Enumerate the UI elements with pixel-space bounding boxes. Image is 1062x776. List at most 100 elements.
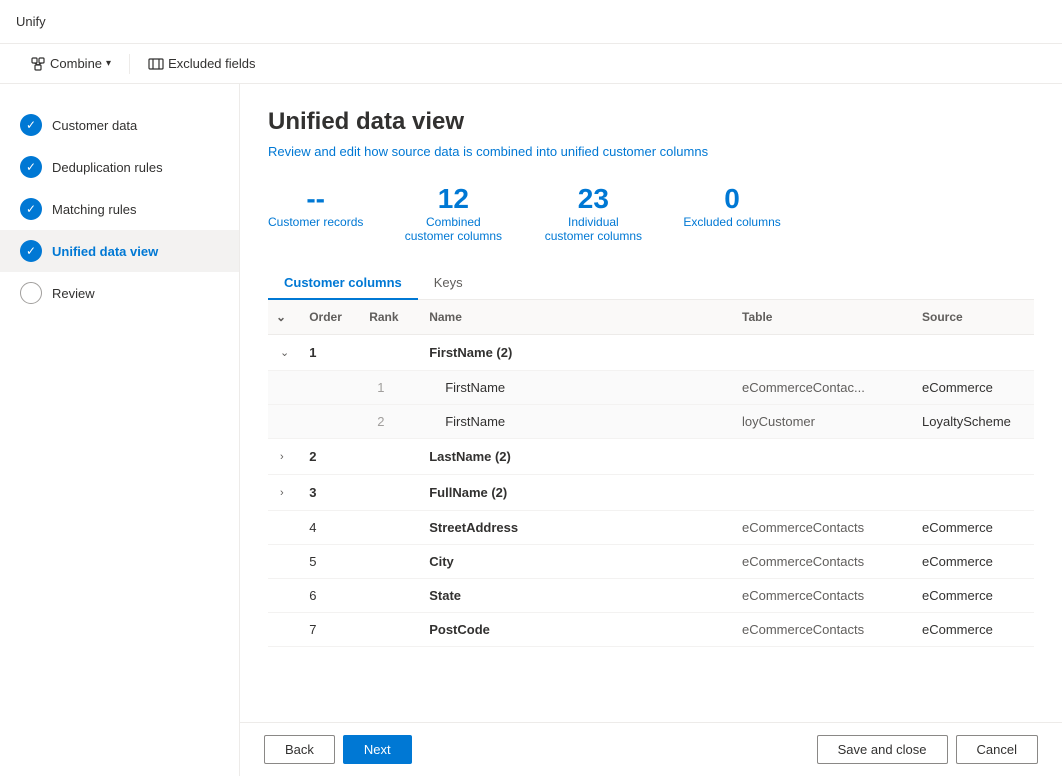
footer: Back Next Save and close Cancel	[240, 722, 1062, 776]
row-name-cell: StreetAddress	[421, 511, 734, 545]
combine-icon	[30, 56, 46, 72]
table-row: 1 FirstName eCommerceContac... eCommerce	[268, 371, 1034, 405]
save-close-button[interactable]: Save and close	[817, 735, 948, 764]
expand-firstname-button[interactable]: ⌄	[276, 344, 293, 361]
stat-label-individual-columns: Individual customer columns	[543, 215, 643, 243]
sidebar-item-review[interactable]: Review	[0, 272, 239, 314]
row-table-cell: eCommerceContac...	[734, 371, 914, 405]
table-row: › 3 FullName (2)	[268, 475, 1034, 511]
row-expand-cell[interactable]: ⌄	[268, 335, 301, 371]
stat-value-combined-columns: 12	[438, 183, 469, 215]
table-row: 7 PostCode eCommerceContacts eCommerce	[268, 613, 1034, 647]
row-name-cell: FirstName	[421, 371, 734, 405]
sidebar: ✓ Customer data ✓ Deduplication rules ✓ …	[0, 84, 240, 776]
cancel-button[interactable]: Cancel	[956, 735, 1038, 764]
tab-customer-columns[interactable]: Customer columns	[268, 267, 418, 300]
row-rank-cell	[361, 613, 421, 647]
sidebar-label-review: Review	[52, 286, 95, 301]
header-order: Order	[301, 300, 361, 335]
row-order-cell: 1	[301, 335, 361, 371]
row-rank-cell	[361, 511, 421, 545]
sidebar-status-customer-data: ✓	[20, 114, 42, 136]
row-rank-cell	[361, 579, 421, 613]
stat-label-customer-records: Customer records	[268, 215, 363, 229]
header-table: Table	[734, 300, 914, 335]
table-row: ⌄ 1 FirstName (2)	[268, 335, 1034, 371]
row-rank-cell	[361, 475, 421, 511]
sidebar-item-deduplication-rules[interactable]: ✓ Deduplication rules	[0, 146, 239, 188]
row-name-cell: PostCode	[421, 613, 734, 647]
customer-columns-table: ⌄ Order Rank Name Table Source ⌄	[268, 300, 1034, 647]
main-layout: ✓ Customer data ✓ Deduplication rules ✓ …	[0, 84, 1062, 776]
stat-excluded-columns: 0 Excluded columns	[683, 183, 780, 243]
row-expand-cell[interactable]: ›	[268, 475, 301, 511]
row-rank-cell: 2	[361, 405, 421, 439]
row-expand-cell	[268, 371, 301, 405]
row-source-cell: eCommerce	[914, 511, 1034, 545]
stat-label-excluded-columns: Excluded columns	[683, 215, 780, 229]
row-rank-cell	[361, 335, 421, 371]
row-name-cell: State	[421, 579, 734, 613]
row-rank-cell	[361, 439, 421, 475]
row-name-cell: LastName (2)	[421, 439, 734, 475]
row-expand-cell	[268, 405, 301, 439]
excluded-fields-button[interactable]: Excluded fields	[138, 52, 265, 76]
expand-lastname-button[interactable]: ›	[276, 449, 288, 465]
row-table-cell: eCommerceContacts	[734, 545, 914, 579]
header-source: Source	[914, 300, 1034, 335]
row-expand-cell	[268, 545, 301, 579]
sidebar-label-customer-data: Customer data	[52, 118, 137, 133]
expand-fullname-button[interactable]: ›	[276, 485, 288, 501]
sidebar-status-unified-data-view: ✓	[20, 240, 42, 262]
row-name-cell: FirstName (2)	[421, 335, 734, 371]
stat-value-excluded-columns: 0	[724, 183, 740, 215]
row-order-cell: 3	[301, 475, 361, 511]
header-name: Name	[421, 300, 734, 335]
row-table-cell: loyCustomer	[734, 405, 914, 439]
row-table-cell: eCommerceContacts	[734, 511, 914, 545]
table-row: 6 State eCommerceContacts eCommerce	[268, 579, 1034, 613]
sidebar-item-matching-rules[interactable]: ✓ Matching rules	[0, 188, 239, 230]
row-source-cell	[914, 475, 1034, 511]
row-expand-cell	[268, 579, 301, 613]
sidebar-label-unified-data-view: Unified data view	[52, 244, 158, 259]
row-expand-cell[interactable]: ›	[268, 439, 301, 475]
excluded-fields-icon	[148, 56, 164, 72]
stat-combined-columns: 12 Combined customer columns	[403, 183, 503, 243]
row-order-cell	[301, 405, 361, 439]
row-order-cell: 2	[301, 439, 361, 475]
row-name-cell: City	[421, 545, 734, 579]
row-name-cell: FirstName	[421, 405, 734, 439]
footer-right: Save and close Cancel	[817, 735, 1038, 764]
content-body: Unified data view Review and edit how so…	[240, 84, 1062, 722]
content-area: Unified data view Review and edit how so…	[240, 84, 1062, 776]
row-source-cell: LoyaltyScheme	[914, 405, 1034, 439]
tab-keys[interactable]: Keys	[418, 267, 479, 300]
top-bar: Unify	[0, 0, 1062, 44]
stats-row: -- Customer records 12 Combined customer…	[268, 183, 1034, 243]
row-table-cell: eCommerceContacts	[734, 613, 914, 647]
sidebar-item-unified-data-view[interactable]: ✓ Unified data view	[0, 230, 239, 272]
row-order-cell: 5	[301, 545, 361, 579]
sidebar-label-matching-rules: Matching rules	[52, 202, 137, 217]
stat-individual-columns: 23 Individual customer columns	[543, 183, 643, 243]
next-button[interactable]: Next	[343, 735, 412, 764]
expand-chevron-icon: ⌄	[276, 310, 286, 324]
row-rank-cell	[361, 545, 421, 579]
row-expand-cell	[268, 511, 301, 545]
back-button[interactable]: Back	[264, 735, 335, 764]
stat-value-individual-columns: 23	[578, 183, 609, 215]
app-title: Unify	[16, 14, 46, 29]
table-row: › 2 LastName (2)	[268, 439, 1034, 475]
combine-button[interactable]: Combine ▾	[20, 52, 121, 76]
combine-chevron: ▾	[106, 58, 111, 69]
row-order-cell: 4	[301, 511, 361, 545]
sidebar-label-deduplication-rules: Deduplication rules	[52, 160, 163, 175]
row-rank-cell: 1	[361, 371, 421, 405]
sidebar-item-customer-data[interactable]: ✓ Customer data	[0, 104, 239, 146]
toolbar-separator	[129, 54, 130, 74]
row-table-cell	[734, 439, 914, 475]
stat-label-combined-columns: Combined customer columns	[403, 215, 503, 243]
stat-value-customer-records: --	[306, 183, 325, 215]
row-order-cell: 6	[301, 579, 361, 613]
